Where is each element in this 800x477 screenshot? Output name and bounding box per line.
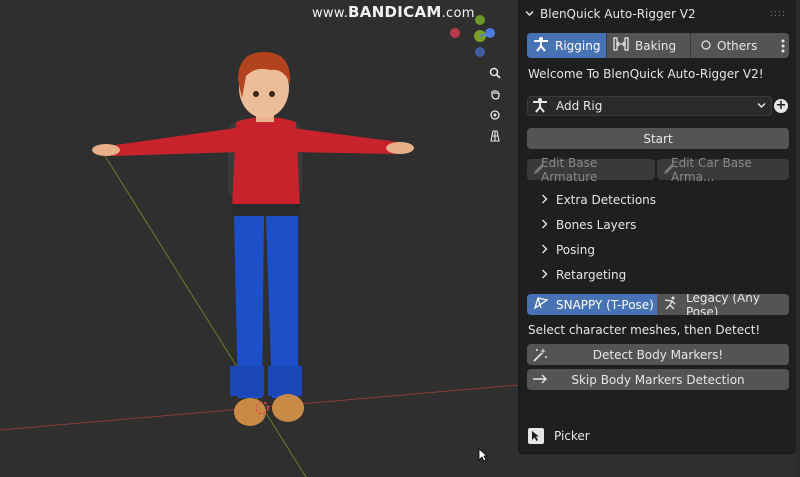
pan-hand-icon[interactable]: [486, 85, 504, 103]
chevron-right-icon: [541, 218, 548, 232]
main-tabs: Rigging Baking Others: [527, 33, 779, 58]
arrow-right-icon: [532, 372, 548, 389]
panel-title: BlenQuick Auto-Rigger V2: [540, 7, 696, 21]
edit-base-armature-label: Edit Base Armature: [541, 155, 598, 184]
snappy-icon: [533, 296, 549, 313]
auto-rigger-panel: BlenQuick Auto-Rigger V2 :::: Rigging Ba…: [518, 0, 796, 454]
grid-perspective-icon[interactable]: [486, 127, 504, 145]
chevron-down-icon: [757, 99, 766, 113]
picker-cursor-icon: [528, 428, 544, 444]
skip-body-markers-label: Skip Body Markers Detection: [571, 372, 745, 387]
chevron-down-icon[interactable]: [525, 7, 534, 21]
watermark-brand: BANDICAM: [348, 3, 442, 21]
rig-type-value: Add Rig: [556, 99, 603, 113]
watermark-prefix: www.: [312, 6, 349, 21]
picker-button[interactable]: Picker: [528, 428, 590, 444]
rig-figure-icon: [533, 36, 549, 55]
tab-baking[interactable]: Baking: [607, 33, 691, 58]
legacy-pose-icon: [663, 296, 679, 313]
skip-body-markers-button[interactable]: Skip Body Markers Detection: [527, 369, 789, 390]
section-label: Retargeting: [556, 268, 627, 282]
start-button-label: Start: [643, 131, 673, 146]
viewport-nav-tools: [486, 64, 506, 148]
camera-icon[interactable]: [486, 106, 504, 124]
edit-base-armature-button[interactable]: Edit Base Armature: [527, 156, 655, 184]
start-button[interactable]: Start: [527, 128, 789, 149]
pose-snappy-tpose[interactable]: SNAPPY (T-Pose): [527, 294, 657, 315]
tab-rigging-label: Rigging: [555, 38, 601, 53]
pencil-icon: [532, 162, 546, 179]
rig-figure-icon: [532, 97, 548, 116]
tab-others-label: Others: [717, 38, 758, 53]
drag-grip-icon[interactable]: ::::: [770, 9, 786, 19]
section-extra-detections[interactable]: Extra Detections: [541, 193, 656, 207]
welcome-text: Welcome To BlenQuick Auto-Rigger V2!: [528, 67, 764, 81]
section-label: Extra Detections: [556, 193, 657, 207]
section-posing[interactable]: Posing: [541, 243, 595, 257]
detect-hint-text: Select character meshes, then Detect!: [528, 323, 761, 337]
detect-body-markers-label: Detect Body Markers!: [592, 347, 724, 362]
pose-mode-toggle: SNAPPY (T-Pose) Legacy (Any Pose): [527, 294, 789, 315]
section-bones-layers[interactable]: Bones Layers: [541, 218, 636, 232]
detect-body-markers-button[interactable]: Detect Body Markers!: [527, 344, 789, 365]
magic-wand-icon: [532, 347, 548, 366]
navigation-gizmo: [450, 15, 495, 57]
scene-canvas: [0, 15, 518, 477]
picker-label: Picker: [554, 429, 590, 443]
mouse-cursor-icon: [478, 448, 489, 465]
section-retargeting[interactable]: Retargeting: [541, 268, 626, 282]
more-options-icon[interactable]: [777, 33, 789, 58]
chevron-right-icon: [541, 268, 548, 282]
tab-baking-label: Baking: [635, 38, 677, 53]
add-rig-plus-icon[interactable]: +: [774, 99, 788, 113]
watermark-suffix: .com: [441, 6, 475, 21]
pencil-icon: [662, 162, 676, 179]
edit-car-base-armature-label: Edit Car Base Arma...: [671, 155, 752, 184]
3d-viewport[interactable]: www.BANDICAM.com: [0, 0, 518, 477]
character-model: [92, 52, 414, 426]
recording-watermark: www.BANDICAM.com: [312, 3, 475, 21]
pose-snappy-label: SNAPPY (T-Pose): [556, 297, 654, 312]
chevron-right-icon: [541, 193, 548, 207]
panel-header[interactable]: BlenQuick Auto-Rigger V2: [525, 6, 696, 22]
edit-car-base-armature-button[interactable]: Edit Car Base Arma...: [657, 156, 789, 184]
pose-legacy-label: Legacy (Any Pose): [686, 294, 760, 315]
section-label: Bones Layers: [556, 218, 637, 232]
tab-rigging[interactable]: Rigging: [527, 33, 607, 58]
pose-legacy-any[interactable]: Legacy (Any Pose): [657, 294, 789, 315]
section-label: Posing: [556, 243, 595, 257]
circle-icon: [701, 39, 711, 53]
bake-icon: [613, 37, 629, 54]
tab-others[interactable]: Others: [691, 33, 779, 58]
panel-edge: [796, 0, 800, 477]
rig-type-dropdown[interactable]: Add Rig: [527, 96, 772, 116]
zoom-icon[interactable]: [486, 64, 504, 82]
chevron-right-icon: [541, 243, 548, 257]
